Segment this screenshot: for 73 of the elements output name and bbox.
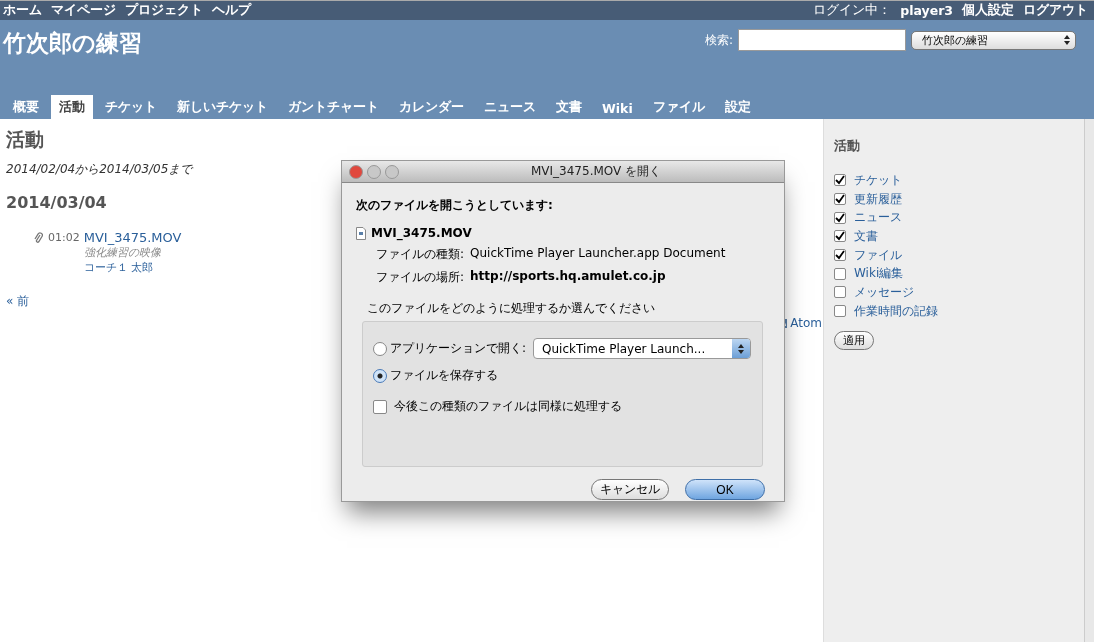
radio-label[interactable]: アプリケーションで開く:: [390, 340, 527, 357]
action-question: このファイルをどのように処理するか選んでください: [367, 300, 656, 317]
stepper-icon: [738, 343, 745, 354]
file-type-label: ファイルの種類:: [376, 246, 465, 263]
event-time: 01:02: [48, 231, 80, 244]
application-select[interactable]: QuickTime Player Launch...: [533, 338, 752, 359]
project-title: 竹次郎の練習: [3, 29, 142, 58]
project-select[interactable]: 竹次郎の練習: [911, 30, 1076, 50]
nav-tab[interactable]: ニュース: [476, 95, 544, 119]
file-type-value: QuickTime Player Launcher.app Document: [470, 246, 726, 262]
event-author-link[interactable]: コーチ１ 太郎: [83, 260, 154, 275]
filter-checkbox[interactable]: [834, 230, 846, 243]
search-field[interactable]: [738, 29, 906, 51]
date-range: 2014/02/04から2014/03/05まで: [6, 161, 193, 178]
filter-checkbox[interactable]: [834, 174, 846, 187]
date-heading: 2014/03/04: [6, 193, 107, 212]
filter-link[interactable]: メッセージ: [854, 283, 914, 301]
cancel-button[interactable]: キャンセル: [591, 479, 669, 500]
dialog-title: MVI_3475.MOV を開く: [531, 163, 662, 180]
nav-tab[interactable]: Wiki: [594, 97, 641, 119]
nav-tab[interactable]: チケット: [97, 95, 165, 119]
top-menu-link[interactable]: ホーム: [3, 2, 42, 19]
file-name: MVI_3475.MOV: [371, 226, 472, 240]
filter-checkbox[interactable]: [834, 305, 846, 318]
account-link[interactable]: 個人設定: [962, 2, 1014, 19]
ok-button[interactable]: OK: [685, 479, 765, 500]
filter-link[interactable]: チケット: [854, 171, 902, 189]
file-location-label: ファイルの場所:: [376, 269, 465, 286]
nav-tab[interactable]: カレンダー: [391, 95, 472, 119]
top-menu-link[interactable]: マイページ: [51, 2, 116, 19]
radio-button[interactable]: [373, 368, 387, 383]
search-label: 検索:: [704, 31, 733, 49]
nav-tab[interactable]: ガントチャート: [280, 95, 387, 119]
remember-checkbox[interactable]: [373, 399, 387, 414]
sidebar-title: 活動: [834, 137, 861, 155]
window-control-icon[interactable]: [367, 164, 381, 179]
top-menu-link[interactable]: プロジェクト: [125, 2, 203, 19]
stepper-icon: [1064, 35, 1070, 45]
account-link[interactable]: ログアウト: [1023, 2, 1088, 19]
event-description: 強化練習の映像: [83, 245, 161, 260]
paperclip-icon: [34, 231, 43, 244]
nav-tab[interactable]: 活動: [51, 95, 93, 119]
window-control-icon[interactable]: [385, 164, 399, 179]
filter-checkbox[interactable]: [834, 211, 846, 224]
document-icon: [356, 226, 366, 240]
apply-button[interactable]: 適用: [834, 330, 874, 350]
nav-tab[interactable]: ファイル: [644, 95, 713, 119]
nav-tab[interactable]: 設定: [716, 95, 759, 119]
file-location-value: http://sports.hq.amulet.co.jp: [470, 269, 666, 285]
filter-link[interactable]: 文書: [854, 227, 878, 245]
filter-link[interactable]: 更新履歴: [854, 190, 902, 208]
login-label: ログイン中：: [813, 2, 892, 19]
filter-checkbox[interactable]: [834, 193, 846, 206]
filter-link[interactable]: Wiki編集: [854, 265, 904, 283]
dialog-intro: 次のファイルを開こうとしています:: [356, 197, 554, 214]
filter-link[interactable]: ニュース: [854, 209, 902, 227]
event-title-link[interactable]: MVI_3475.MOV: [83, 230, 182, 245]
page-title: 活動: [6, 127, 44, 152]
filter-checkbox[interactable]: [834, 286, 846, 299]
nav-tab[interactable]: 新しいチケット: [169, 95, 276, 119]
top-menu-link[interactable]: ヘルプ: [212, 2, 251, 19]
filter-checkbox[interactable]: [834, 249, 846, 262]
close-icon[interactable]: [349, 164, 363, 179]
scrollbar[interactable]: [1084, 119, 1094, 642]
username-link[interactable]: player3: [900, 3, 953, 18]
filter-checkbox[interactable]: [834, 267, 846, 280]
nav-tab[interactable]: 概要: [5, 95, 47, 119]
filter-link[interactable]: 作業時間の記録: [854, 302, 938, 320]
radio-label[interactable]: ファイルを保存する: [390, 367, 498, 384]
remember-label[interactable]: 今後この種類のファイルは同様に処理する: [394, 398, 622, 415]
nav-tab[interactable]: 文書: [548, 95, 590, 119]
radio-button[interactable]: [373, 341, 387, 356]
filter-link[interactable]: ファイル: [854, 246, 902, 264]
